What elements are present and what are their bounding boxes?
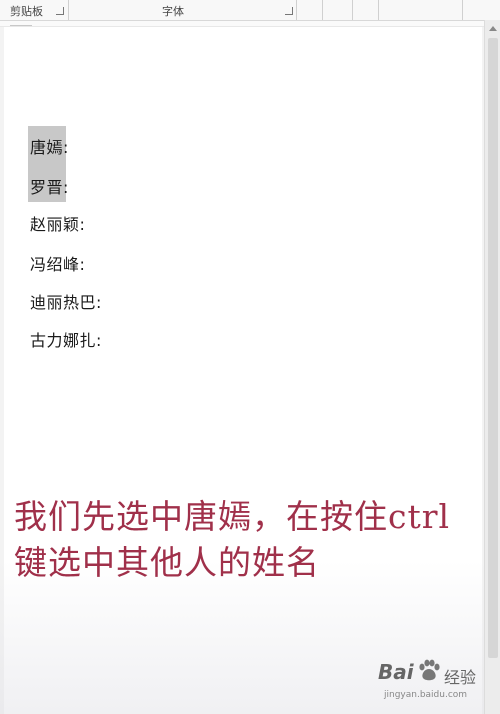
name-line-3[interactable]: 赵丽颖: — [30, 211, 85, 235]
vertical-scrollbar[interactable] — [484, 20, 500, 714]
clipboard-dialog-launcher-icon[interactable] — [56, 7, 64, 15]
ribbon-separator — [462, 0, 463, 20]
watermark-brand: Bai — [378, 660, 414, 684]
ribbon-separator — [322, 0, 323, 20]
caption-line-1: 我们先选中唐嫣，在按住ctrl — [14, 497, 451, 536]
name-line-2[interactable]: 罗晋: — [30, 174, 69, 198]
scrollbar-thumb[interactable] — [488, 38, 498, 658]
clipboard-group-label: 剪贴板 — [10, 5, 43, 18]
ribbon-separator — [352, 0, 353, 20]
name-line-5[interactable]: 迪丽热巴: — [30, 289, 102, 313]
name-line-6[interactable]: 古力娜扎: — [30, 327, 102, 351]
ribbon-group-labels: 剪贴板 字体 — [0, 0, 500, 21]
baidu-paw-icon — [419, 659, 440, 681]
ribbon-separator — [378, 0, 379, 20]
ribbon-separator — [296, 0, 297, 20]
watermark-jingyan: 经验 — [444, 668, 477, 687]
name-line-4[interactable]: 冯绍峰: — [30, 251, 85, 275]
baidu-jingyan-watermark: Bai 经验 jingyan.baidu.com — [378, 658, 494, 712]
caption-line-2: 键选中其他人的姓名 — [14, 543, 320, 582]
font-dialog-launcher-icon[interactable] — [285, 7, 293, 15]
name-line-1[interactable]: 唐嫣: — [30, 134, 69, 158]
font-group-label: 字体 — [162, 5, 184, 18]
watermark-url: jingyan.baidu.com — [384, 690, 468, 700]
ribbon-separator — [68, 0, 69, 20]
scroll-up-icon[interactable] — [489, 26, 497, 31]
